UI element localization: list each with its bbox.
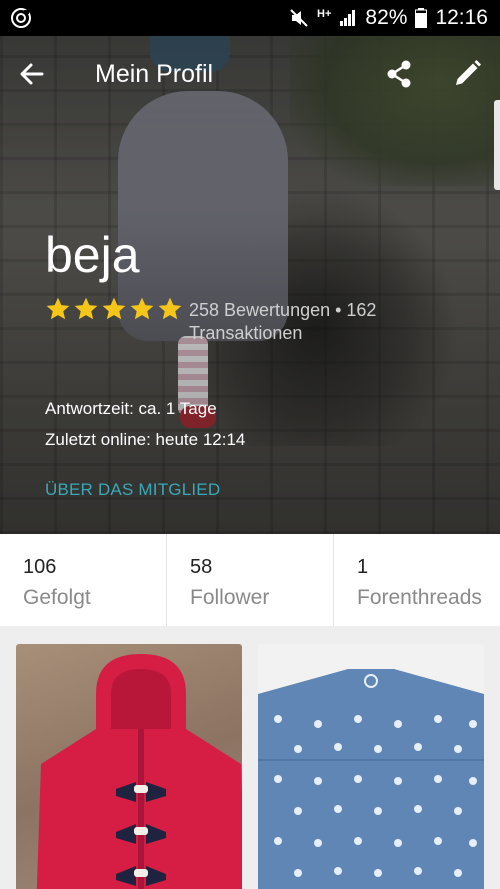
stat-label: Forenthreads bbox=[357, 586, 482, 609]
stat-forum-threads[interactable]: 1 Forenthreads bbox=[334, 534, 500, 626]
page-title: Mein Profil bbox=[95, 60, 214, 88]
stat-label: Gefolgt bbox=[23, 586, 91, 609]
stat-number: 58 bbox=[190, 556, 213, 578]
item-grid bbox=[0, 626, 500, 889]
item-image bbox=[258, 669, 484, 889]
edit-icon[interactable] bbox=[449, 56, 485, 92]
network-type: H+ bbox=[317, 8, 332, 20]
stat-label: Follower bbox=[190, 586, 270, 609]
profile-name: beja bbox=[45, 227, 140, 283]
stat-following[interactable]: 106 Gefolgt bbox=[0, 534, 167, 626]
stat-number: 1 bbox=[357, 556, 369, 578]
scroll-indicator bbox=[494, 100, 500, 190]
star-icon bbox=[46, 297, 70, 320]
item-card[interactable] bbox=[16, 644, 242, 889]
clock: 12:16 bbox=[435, 6, 488, 29]
back-arrow-icon[interactable] bbox=[14, 56, 50, 92]
rating-stars bbox=[45, 296, 183, 322]
share-icon[interactable] bbox=[381, 56, 417, 92]
signal-icon bbox=[339, 9, 357, 27]
item-card[interactable] bbox=[258, 644, 484, 889]
stat-number: 106 bbox=[23, 556, 57, 578]
battery-icon bbox=[415, 8, 428, 28]
battery-percent: 82% bbox=[365, 6, 408, 29]
about-member-link[interactable]: ÜBER DAS MITGLIED bbox=[45, 480, 220, 500]
last-online: Zuletzt online: heute 12:14 bbox=[45, 430, 246, 449]
status-bar: H+ 82% 12:16 bbox=[0, 0, 500, 36]
app-icon bbox=[10, 7, 32, 29]
item-image bbox=[36, 654, 242, 889]
stat-followers[interactable]: 58 Follower bbox=[167, 534, 334, 626]
star-icon bbox=[130, 297, 154, 320]
app-toolbar: Mein Profil bbox=[0, 36, 500, 112]
star-icon bbox=[74, 297, 98, 320]
profile-stats: 106 Gefolgt 58 Follower 1 Forenthreads bbox=[0, 534, 500, 626]
response-time: Antwortzeit: ca. 1 Tage bbox=[45, 399, 217, 418]
star-icon bbox=[102, 297, 126, 320]
star-icon bbox=[158, 297, 182, 320]
rating-summary[interactable]: 258 Bewertungen • 162 Transaktionen bbox=[189, 299, 429, 345]
mute-icon bbox=[289, 8, 309, 28]
